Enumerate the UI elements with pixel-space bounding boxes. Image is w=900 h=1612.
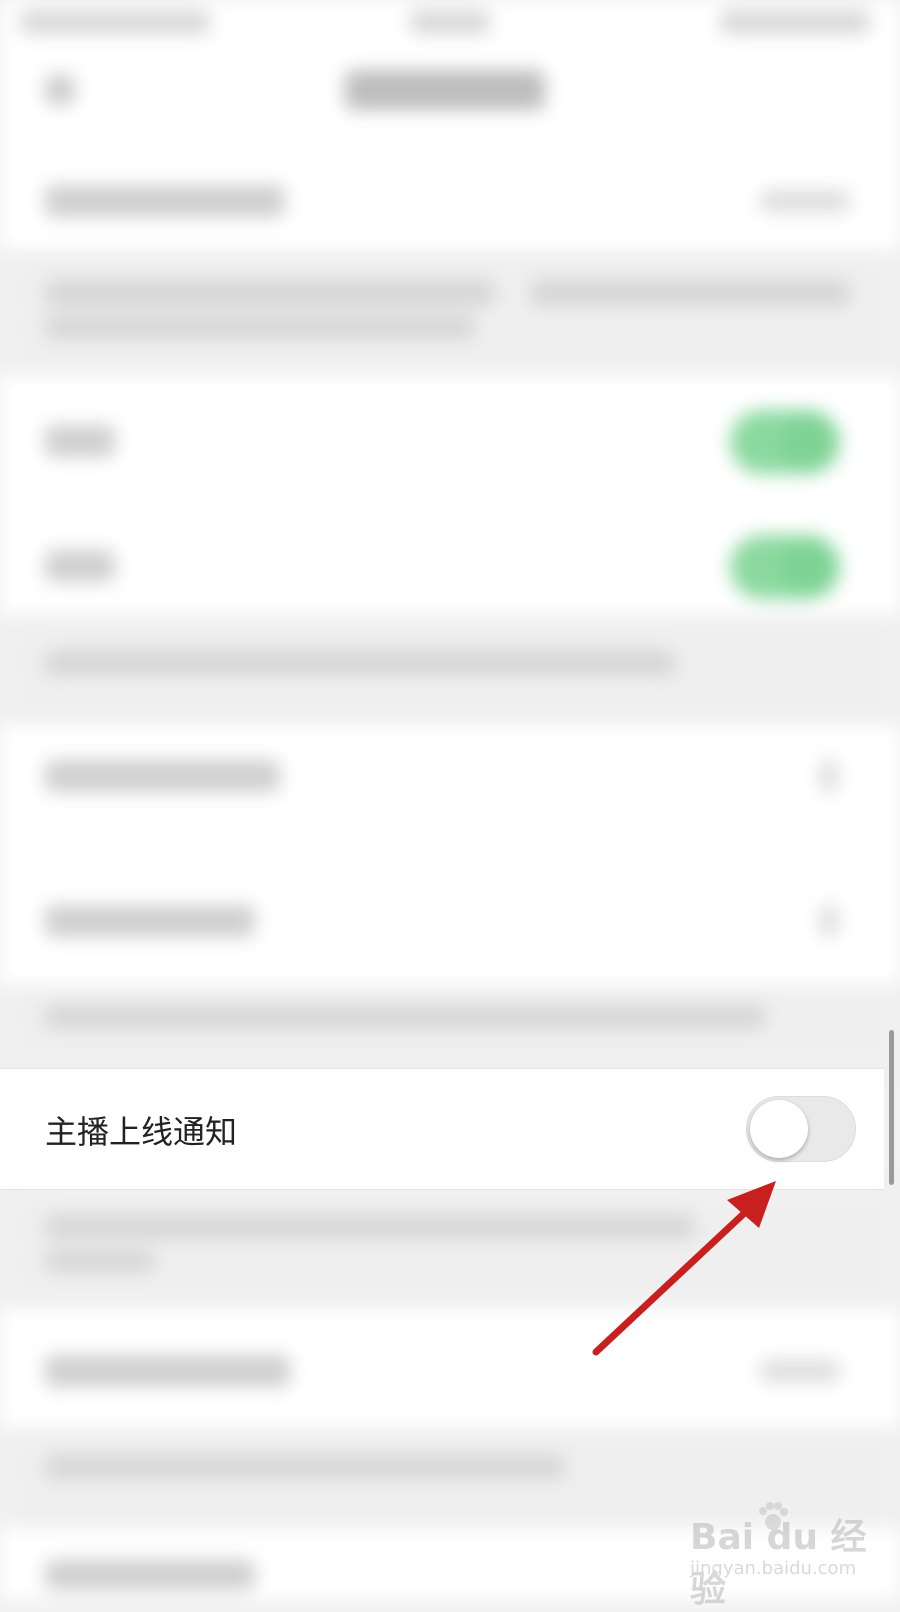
row-bottom-1-value <box>760 1360 840 1382</box>
description-4 <box>0 1188 900 1308</box>
baidu-jingyan-watermark: Bai du 经验 jingyan.baidu.com <box>690 1500 890 1610</box>
paw-icon <box>759 1502 788 1530</box>
description-1 <box>0 250 900 375</box>
back-icon[interactable] <box>45 75 75 105</box>
toggle-row-2-label <box>45 550 115 582</box>
row-bottom-2-label <box>45 1560 255 1590</box>
watermark-url: jingyan.baidu.com <box>690 1558 857 1579</box>
nav-row-2-label <box>45 905 255 937</box>
status-bar-time <box>410 10 490 34</box>
desc-4-line-2 <box>45 1250 155 1272</box>
desc-3-line <box>45 1005 765 1029</box>
anchor-online-notification-label: 主播上线通知 <box>45 1113 238 1151</box>
chevron-right-icon <box>820 760 838 792</box>
status-bar-left <box>20 10 210 34</box>
anchor-online-notification-toggle[interactable] <box>746 1096 856 1162</box>
anchor-online-notification-row[interactable]: 主播上线通知 <box>0 1068 884 1190</box>
scrollbar-thumb[interactable] <box>889 1030 894 1185</box>
toggle-row-2-switch[interactable] <box>730 535 840 599</box>
status-bar-right <box>720 10 870 34</box>
desc-1-line-2 <box>45 315 475 339</box>
toggle-knob <box>750 1100 808 1158</box>
blurred-background <box>0 0 900 1600</box>
row-bottom-1-label <box>45 1355 290 1387</box>
page-title <box>345 70 545 110</box>
chevron-right-icon <box>820 905 838 937</box>
row-1-label <box>45 185 285 217</box>
desc-1-line-1b <box>530 280 850 306</box>
nav-row-1-label <box>45 760 280 792</box>
desc-4-line-1 <box>45 1215 695 1239</box>
desc-5-line <box>45 1455 565 1479</box>
row-1-value <box>760 190 850 212</box>
toggle-row-1-switch[interactable] <box>730 410 840 474</box>
toggle-row-1-label <box>45 425 115 457</box>
desc-1-line-1 <box>45 280 495 306</box>
desc-2-line <box>45 650 675 676</box>
